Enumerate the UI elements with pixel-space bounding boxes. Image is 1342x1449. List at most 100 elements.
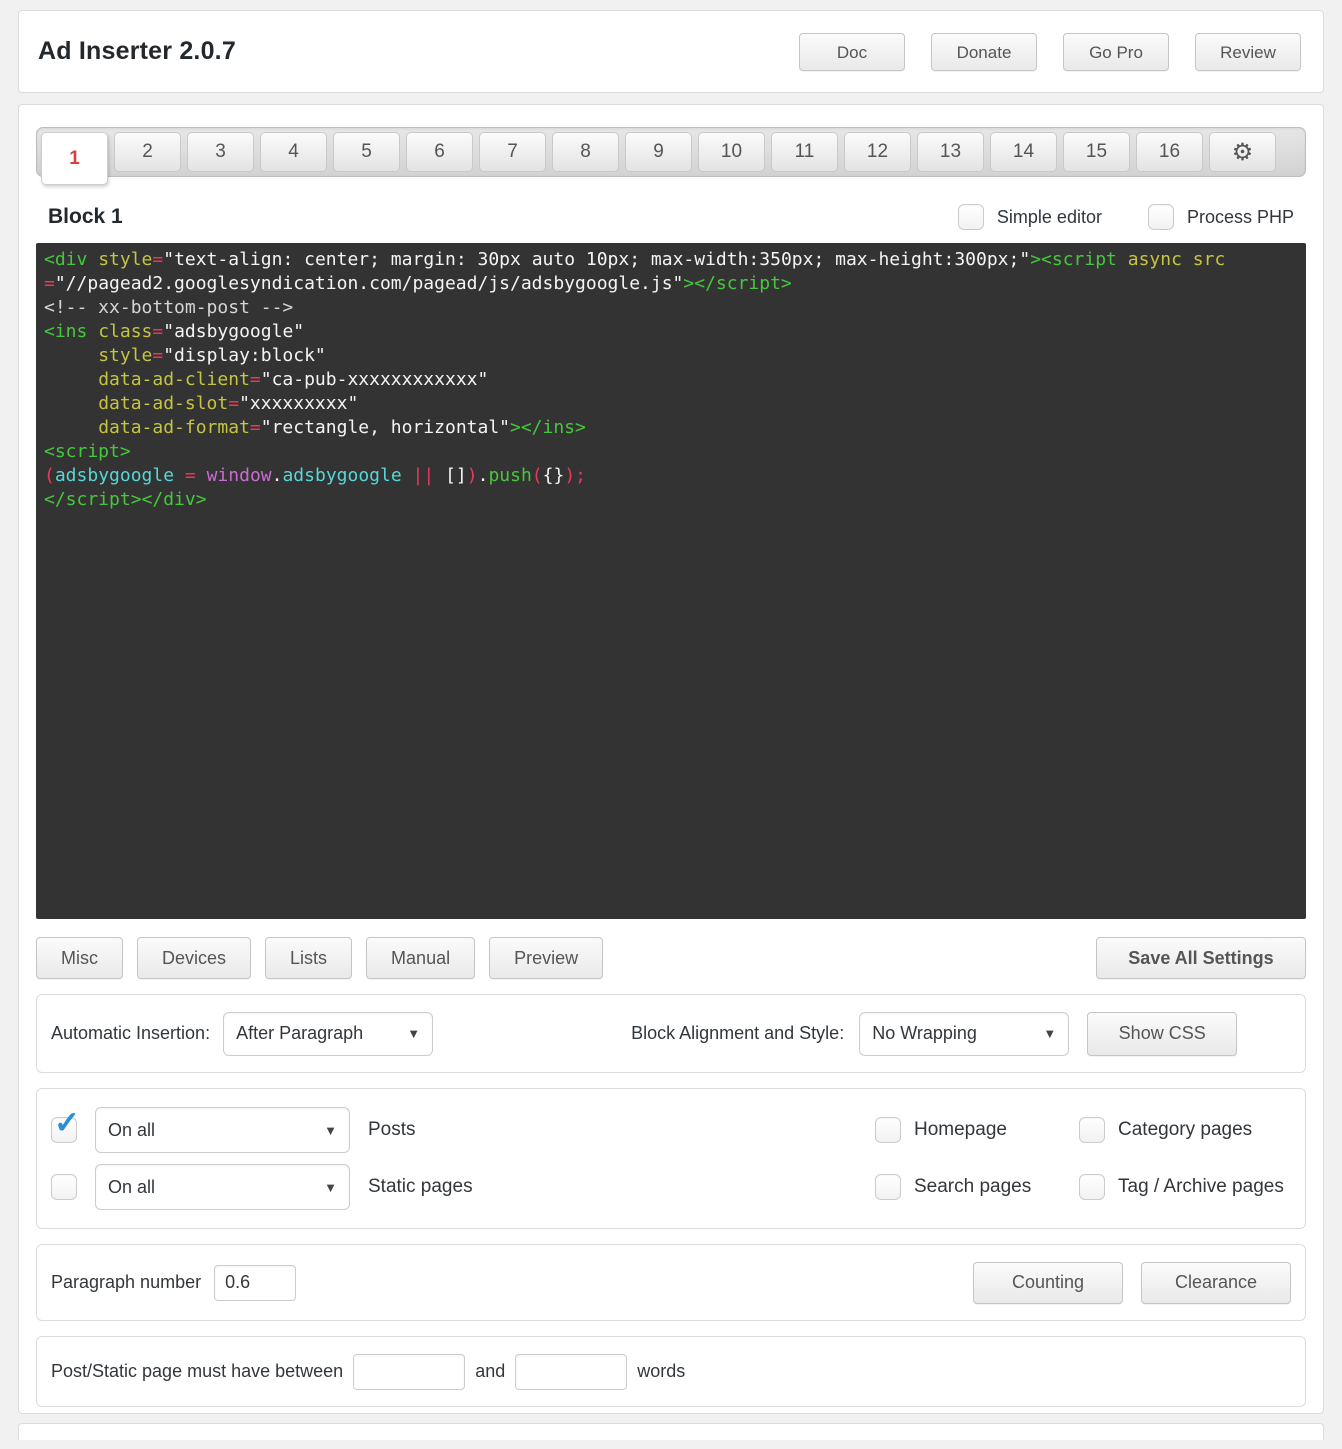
- page-title: Ad Inserter 2.0.7: [38, 37, 236, 66]
- code-line: <!-- xx-bottom-post -->: [44, 296, 1298, 320]
- simple-editor-checkbox[interactable]: [958, 204, 984, 230]
- posts-checkbox[interactable]: ✓: [51, 1117, 77, 1143]
- block-heading-row: Block 1 Simple editor Process PHP: [48, 204, 1294, 230]
- show-css-button[interactable]: Show CSS: [1087, 1012, 1237, 1056]
- manual-button[interactable]: Manual: [366, 937, 475, 979]
- block-alignment-select[interactable]: No Wrapping ▼: [859, 1012, 1069, 1056]
- page-type-label: Homepage: [914, 1119, 1007, 1141]
- tag-archive-pages-option[interactable]: Tag / Archive pages: [1079, 1174, 1284, 1200]
- code-line: data-ad-format="rectangle, horizontal"><…: [44, 416, 1298, 440]
- insertion-settings-box: Automatic Insertion: After Paragraph ▼ B…: [36, 994, 1306, 1073]
- preview-button[interactable]: Preview: [489, 937, 603, 979]
- code-line: (adsbygoogle = window.adsbygoogle || [])…: [44, 464, 1298, 488]
- page-type-label: Search pages: [914, 1176, 1031, 1198]
- lists-button[interactable]: Lists: [265, 937, 352, 979]
- word-count-box: Post/Static page must have between and w…: [36, 1336, 1306, 1407]
- tab-5[interactable]: 5: [333, 132, 400, 172]
- code-line: style="display:block": [44, 344, 1298, 368]
- chevron-down-icon: ▼: [1043, 1026, 1056, 1041]
- chevron-down-icon: ▼: [407, 1026, 420, 1041]
- tab-7[interactable]: 7: [479, 132, 546, 172]
- tab-13[interactable]: 13: [917, 132, 984, 172]
- paragraph-number-label: Paragraph number: [51, 1272, 201, 1293]
- header-button-review[interactable]: Review: [1195, 33, 1301, 71]
- paragraph-number-box: Paragraph number Counting Clearance: [36, 1244, 1306, 1321]
- page-type-label: Tag / Archive pages: [1118, 1176, 1284, 1198]
- posts-label: Posts: [368, 1119, 416, 1141]
- max-words-input[interactable]: [515, 1354, 627, 1390]
- block-alignment-label: Block Alignment and Style:: [631, 1023, 844, 1044]
- block-title: Block 1: [48, 205, 123, 229]
- process-php-option[interactable]: Process PHP: [1148, 204, 1294, 230]
- tab-4[interactable]: 4: [260, 132, 327, 172]
- code-line: <ins class="adsbygoogle": [44, 320, 1298, 344]
- devices-button[interactable]: Devices: [137, 937, 251, 979]
- toolbar-buttons: Misc Devices Lists Manual Preview: [36, 937, 603, 979]
- posts-scope-select[interactable]: On all ▼: [95, 1107, 350, 1153]
- tab-11[interactable]: 11: [771, 132, 838, 172]
- tab-1[interactable]: 1: [41, 132, 108, 185]
- header-button-donate[interactable]: Donate: [931, 33, 1037, 71]
- display-targets-box: ✓ On all ▼ Posts HomepageCategory pages …: [36, 1088, 1306, 1229]
- static-pages-scope-select[interactable]: On all ▼: [95, 1164, 350, 1210]
- search-pages-option[interactable]: Search pages: [875, 1174, 1079, 1200]
- misc-button[interactable]: Misc: [36, 937, 123, 979]
- page: Ad Inserter 2.0.7 DocDonateGo ProReview …: [0, 0, 1342, 1440]
- header-button-go-pro[interactable]: Go Pro: [1063, 33, 1169, 71]
- tab-15[interactable]: 15: [1063, 132, 1130, 172]
- search-pages-checkbox[interactable]: [875, 1174, 901, 1200]
- tab-3[interactable]: 3: [187, 132, 254, 172]
- code-line: data-ad-client="ca-pub-xxxxxxxxxxxx": [44, 368, 1298, 392]
- automatic-insertion-select[interactable]: After Paragraph ▼: [223, 1012, 433, 1056]
- tab-9[interactable]: 9: [625, 132, 692, 172]
- checkmark-icon: ✓: [54, 1107, 80, 1138]
- main-panel: 12345678910111213141516⚙ Block 1 Simple …: [18, 104, 1324, 1414]
- tab-6[interactable]: 6: [406, 132, 473, 172]
- clearance-button[interactable]: Clearance: [1141, 1262, 1291, 1304]
- tab-14[interactable]: 14: [990, 132, 1057, 172]
- code-line: data-ad-slot="xxxxxxxxx": [44, 392, 1298, 416]
- code-line: ="//pagead2.googlesyndication.com/pagead…: [44, 272, 1298, 296]
- header-bar: Ad Inserter 2.0.7 Doc Donate Go Pro Review: [18, 10, 1324, 93]
- simple-editor-label: Simple editor: [997, 207, 1102, 228]
- word-count-suffix: words: [637, 1361, 685, 1382]
- chevron-down-icon: ▼: [324, 1123, 337, 1138]
- min-words-input[interactable]: [353, 1354, 465, 1390]
- chevron-down-icon: ▼: [324, 1180, 337, 1195]
- block-tabstrip: 12345678910111213141516⚙: [36, 127, 1306, 177]
- tag-archive-pages-checkbox[interactable]: [1079, 1174, 1105, 1200]
- tab-16[interactable]: 16: [1136, 132, 1203, 172]
- code-line: <script>: [44, 440, 1298, 464]
- process-php-label: Process PHP: [1187, 207, 1294, 228]
- static-pages-target-row: On all ▼ Static pages Search pages Tag / …: [51, 1164, 1291, 1210]
- settings-gear-icon[interactable]: ⚙: [1209, 132, 1276, 172]
- static-pages-label: Static pages: [368, 1176, 473, 1198]
- static-pages-checkbox[interactable]: [51, 1174, 77, 1200]
- posts-target-row: ✓ On all ▼ Posts Homepage Category pages: [51, 1107, 1291, 1153]
- page-type-row-1: Homepage Category pages: [875, 1117, 1291, 1143]
- tab-2[interactable]: 2: [114, 132, 181, 172]
- tab-10[interactable]: 10: [698, 132, 765, 172]
- header-button-doc[interactable]: Doc: [799, 33, 905, 71]
- paragraph-buttons: Counting Clearance: [973, 1262, 1291, 1304]
- process-php-checkbox[interactable]: [1148, 204, 1174, 230]
- code-line: <div style="text-align: center; margin: …: [44, 248, 1298, 272]
- homepage-option[interactable]: Homepage: [875, 1117, 1079, 1143]
- editor-options: Simple editor Process PHP: [958, 204, 1294, 230]
- homepage-checkbox[interactable]: [875, 1117, 901, 1143]
- automatic-insertion-label: Automatic Insertion:: [51, 1023, 210, 1044]
- simple-editor-option[interactable]: Simple editor: [958, 204, 1102, 230]
- category-pages-checkbox[interactable]: [1079, 1117, 1105, 1143]
- word-count-conjunction: and: [475, 1361, 505, 1382]
- automatic-insertion-value: After Paragraph: [236, 1023, 363, 1044]
- editor-toolbar: Misc Devices Lists Manual Preview Save All S…: [36, 937, 1306, 979]
- paragraph-number-input[interactable]: [214, 1265, 296, 1301]
- category-pages-option[interactable]: Category pages: [1079, 1117, 1252, 1143]
- code-editor[interactable]: <div style="text-align: center; margin: …: [36, 243, 1306, 919]
- tab-12[interactable]: 12: [844, 132, 911, 172]
- tab-8[interactable]: 8: [552, 132, 619, 172]
- page-type-row-2: Search pages Tag / Archive pages: [875, 1174, 1291, 1200]
- counting-button[interactable]: Counting: [973, 1262, 1123, 1304]
- next-section-card: [18, 1423, 1324, 1440]
- save-all-settings-button[interactable]: Save All Settings: [1096, 937, 1306, 979]
